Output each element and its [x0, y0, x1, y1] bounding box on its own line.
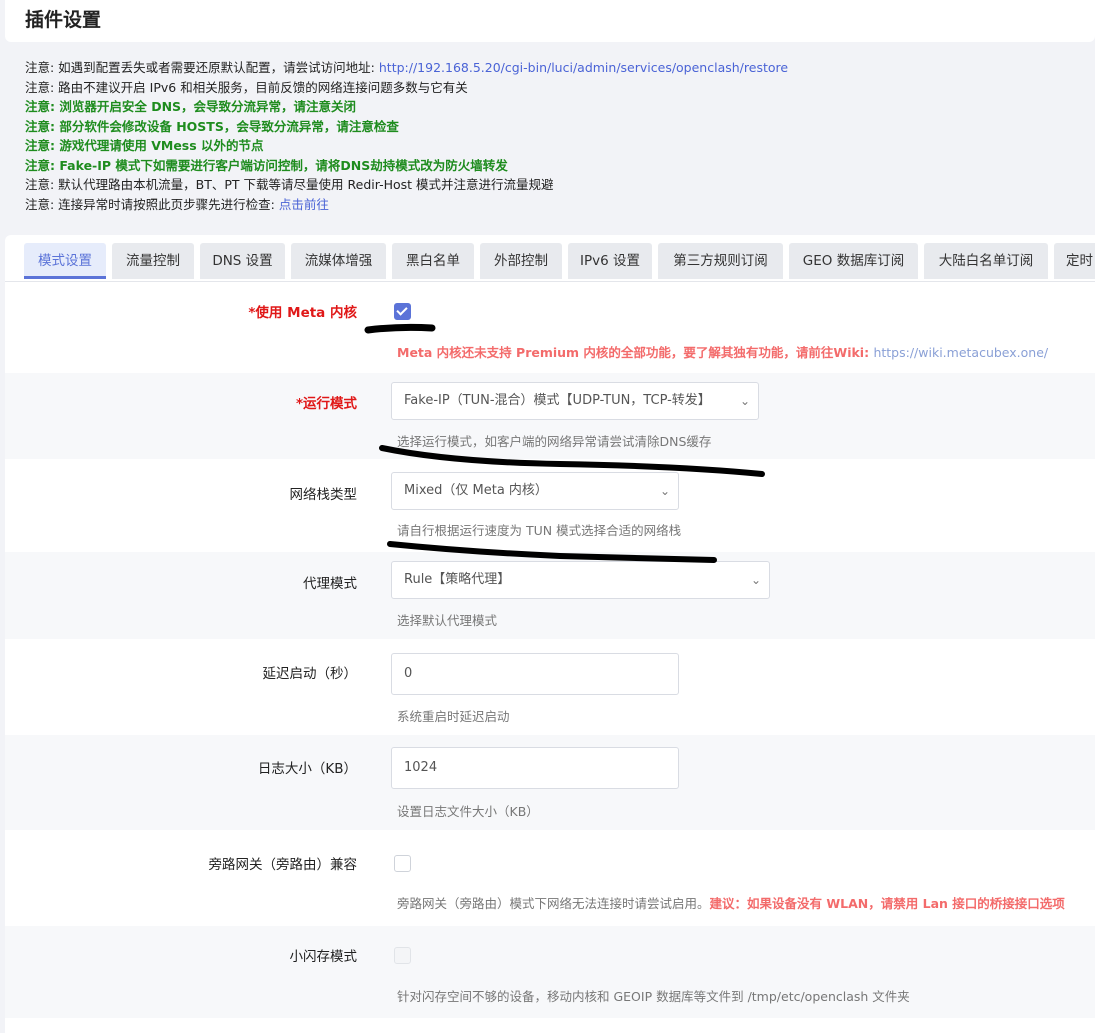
- row-delay-start: 延迟启动（秒） 0 系统重启时延迟启动: [5, 639, 1095, 735]
- run-mode-select[interactable]: Fake-IP（TUN-混合）模式【UDP-TUN，TCP-转发】 ⌄: [391, 382, 759, 420]
- small-flash-checkbox[interactable]: [394, 947, 411, 964]
- run-mode-label: *运行模式: [295, 396, 357, 412]
- tab-ipv6-settings[interactable]: IPv6 设置: [568, 243, 652, 279]
- delay-start-hint: 系统重启时延迟启动: [397, 709, 510, 724]
- meta-core-checkbox[interactable]: [394, 303, 411, 320]
- tab-geo-database[interactable]: GEO 数据库订阅: [789, 243, 918, 279]
- row-stack-type: 网络栈类型 Mixed（仅 Meta 内核） ⌄ 请自行根据运行速度为 TUN …: [5, 459, 1095, 552]
- meta-wiki-link[interactable]: https://wiki.metacubex.one/: [873, 345, 1048, 360]
- chevron-down-icon: ⌄: [750, 573, 761, 587]
- small-flash-hint: 针对闪存空间不够的设备，移动内核和 GEOIP 数据库等文件到 /tmp/etc…: [397, 989, 910, 1004]
- note-secure-dns: 注意: 浏览器开启安全 DNS，会导致分流异常，请注意关闭: [25, 99, 357, 114]
- bypass-gateway-hint: 旁路网关（旁路由）模式下网络无法连接时请尝试启用。建议：如果设备没有 WLAN，…: [397, 896, 1065, 911]
- row-log-size: 日志大小（KB） 1024 设置日志文件大小（KB）: [5, 735, 1095, 830]
- proxy-mode-hint: 选择默认代理模式: [397, 613, 498, 628]
- page-title: 插件设置: [25, 9, 102, 31]
- note-fake-ip: 注意: Fake-IP 模式下如需要进行客户端访问控制，请将DNS劫持模式改为防…: [25, 157, 508, 173]
- tab-third-party-rules[interactable]: 第三方规则订阅: [658, 243, 783, 279]
- row-run-mode: *运行模式 Fake-IP（TUN-混合）模式【UDP-TUN，TCP-转发】 …: [5, 373, 1095, 459]
- stack-type-select[interactable]: Mixed（仅 Meta 内核） ⌄: [391, 472, 679, 510]
- tab-bar: 模式设置 流量控制 DNS 设置 流媒体增强 黑白名单 外部控制 IPv6 设置…: [24, 243, 1095, 281]
- stack-type-hint: 请自行根据运行速度为 TUN 模式选择合适的网络栈: [397, 523, 682, 538]
- bypass-gateway-label: 旁路网关（旁路由）兼容: [208, 857, 358, 873]
- tab-blacklist-whitelist[interactable]: 黑白名单: [392, 243, 474, 279]
- note-game-proxy: 注意: 游戏代理请使用 VMess 以外的节点: [25, 138, 264, 153]
- settings-panel: 模式设置 流量控制 DNS 设置 流媒体增强 黑白名单 外部控制 IPv6 设置…: [5, 235, 1095, 1033]
- row-proxy-mode: 代理模式 Rule【策略代理】 ⌄ 选择默认代理模式: [5, 552, 1095, 639]
- row-meta-core: *使用 Meta 内核 Meta 内核还未支持 Premium 内核的全部功能，…: [5, 282, 1095, 373]
- proxy-mode-select[interactable]: Rule【策略代理】 ⌄: [391, 561, 770, 599]
- tab-traffic-control[interactable]: 流量控制: [112, 243, 194, 279]
- tab-mainland-whitelist[interactable]: 大陆白名单订阅: [924, 243, 1048, 279]
- note-hosts: 注意: 部分软件会修改设备 HOSTS，会导致分流异常，请注意检查: [25, 118, 399, 134]
- tab-streaming[interactable]: 流媒体增强: [291, 243, 386, 279]
- check-steps-link[interactable]: 点击前往: [279, 197, 329, 212]
- stack-type-label: 网络栈类型: [289, 487, 358, 503]
- chevron-down-icon: ⌄: [659, 484, 670, 498]
- bypass-gateway-checkbox[interactable]: [394, 855, 411, 872]
- row-bypass-gateway: 旁路网关（旁路由）兼容 旁路网关（旁路由）模式下网络无法连接时请尝试启用。建议：…: [5, 830, 1095, 926]
- restore-link[interactable]: http://192.168.5.20/cgi-bin/luci/admin/s…: [379, 60, 788, 75]
- page-header: 插件设置: [5, 0, 1095, 42]
- small-flash-label: 小闪存模式: [289, 949, 358, 965]
- row-small-flash: 小闪存模式 针对闪存空间不够的设备，移动内核和 GEOIP 数据库等文件到 /t…: [5, 926, 1095, 1018]
- delay-start-input[interactable]: 0: [391, 653, 679, 695]
- chevron-down-icon: ⌄: [739, 394, 750, 408]
- tab-scheduled[interactable]: 定时: [1054, 243, 1095, 279]
- log-size-input[interactable]: 1024: [391, 747, 679, 789]
- tab-mode-settings[interactable]: 模式设置: [24, 243, 106, 279]
- run-mode-hint: 选择运行模式，如客户端的网络异常请尝试清除DNS缓存: [397, 434, 712, 449]
- tab-external-control[interactable]: 外部控制: [480, 243, 562, 279]
- notes-block: 注意: 如遇到配置丢失或者需要还原默认配置，请尝试访问地址: http://19…: [25, 58, 1085, 214]
- log-size-label: 日志大小（KB）: [257, 761, 357, 777]
- proxy-mode-label: 代理模式: [303, 576, 357, 592]
- meta-core-label: *使用 Meta 内核: [248, 305, 357, 321]
- note-default-proxy: 注意: 默认代理路由本机流量，BT、PT 下载等请尽量使用 Redir-Host…: [25, 177, 554, 192]
- meta-core-hint: Meta 内核还未支持 Premium 内核的全部功能，要了解其独有功能，请前往…: [397, 345, 1049, 360]
- note-connection-check: 注意: 连接异常时请按照此页步骤先进行检查: 点击前往: [25, 196, 329, 212]
- log-size-hint: 设置日志文件大小（KB）: [397, 804, 539, 819]
- note-restore: 注意: 如遇到配置丢失或者需要还原默认配置，请尝试访问地址: http://19…: [25, 60, 789, 75]
- tab-dns-settings[interactable]: DNS 设置: [200, 243, 285, 279]
- delay-start-label: 延迟启动（秒）: [262, 666, 358, 682]
- note-ipv6: 注意: 路由不建议开启 IPv6 和相关服务，目前反馈的网络连接问题多数与它有关: [25, 79, 468, 95]
